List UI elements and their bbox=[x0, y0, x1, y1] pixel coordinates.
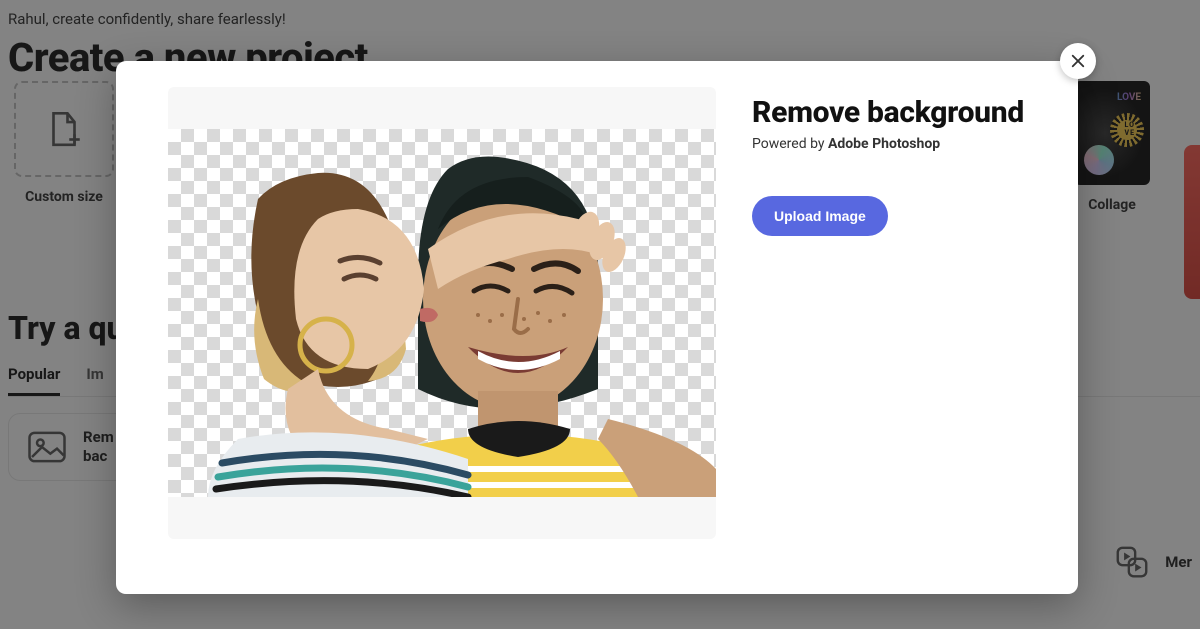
close-icon bbox=[1069, 52, 1087, 70]
modal-preview-pane bbox=[116, 61, 716, 594]
preview-frame bbox=[168, 87, 716, 539]
modal-info-pane: Remove background Powered by Adobe Photo… bbox=[716, 61, 1078, 594]
remove-background-modal: Remove background Powered by Adobe Photo… bbox=[116, 61, 1078, 594]
upload-image-button[interactable]: Upload Image bbox=[752, 196, 888, 236]
modal-subtitle: Powered by Adobe Photoshop bbox=[752, 136, 1038, 152]
preview-subjects-illustration bbox=[168, 129, 716, 497]
close-modal-button[interactable] bbox=[1060, 43, 1096, 79]
modal-title: Remove background bbox=[752, 95, 1038, 130]
